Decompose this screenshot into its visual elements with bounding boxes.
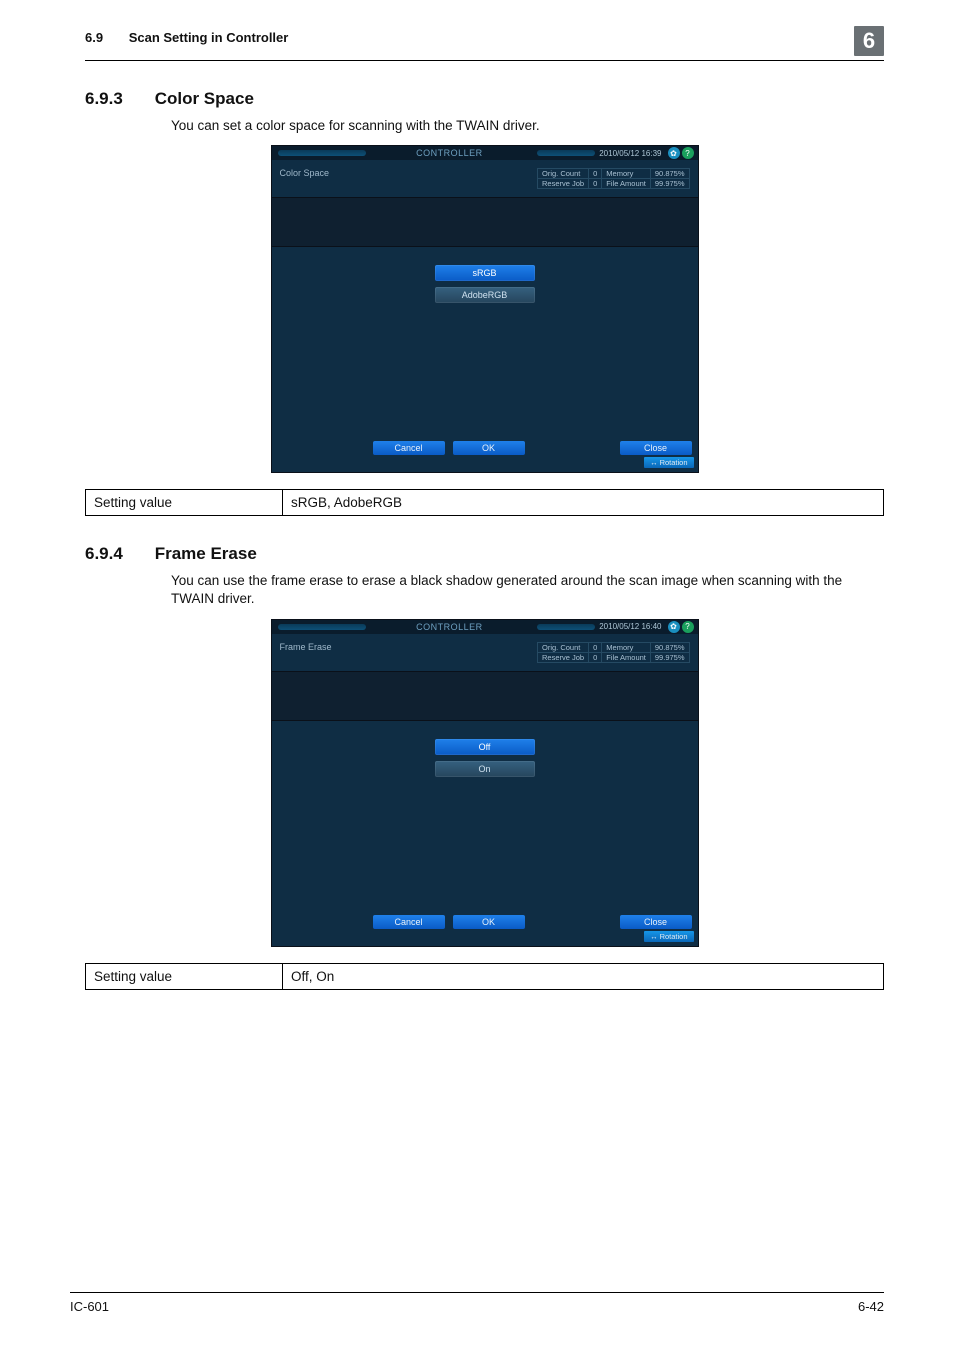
panel-title: CONTROLLER: [366, 622, 538, 632]
rotation-label: Rotation: [660, 932, 688, 941]
titlebar-grip-icon: [278, 150, 366, 156]
table-key: Setting value: [86, 490, 283, 516]
stat-label: Memory: [602, 169, 651, 179]
stat-label: File Amount: [602, 652, 651, 662]
chapter-badge: 6: [854, 26, 884, 56]
section-heading-frame-erase: 6.9.4 Frame Erase: [85, 544, 884, 564]
ok-button[interactable]: OK: [453, 915, 525, 929]
running-header: 6.9 Scan Setting in Controller 6: [85, 30, 884, 56]
rotation-button[interactable]: ↔ Rotation: [644, 457, 693, 468]
controller-panel-color-space: CONTROLLER 2010/05/12 16:39 ✿ ? Color Sp…: [271, 145, 699, 473]
stat-value: 0: [589, 179, 602, 189]
rotation-button[interactable]: ↔ Rotation: [644, 931, 693, 942]
stat-label: Orig. Count: [538, 169, 589, 179]
stat-label: Memory: [602, 642, 651, 652]
stat-label: Reserve Job: [538, 652, 589, 662]
setting-value-table: Setting value Off, On: [85, 963, 884, 990]
table-value: Off, On: [283, 963, 884, 989]
cancel-button[interactable]: Cancel: [373, 441, 445, 455]
table-key: Setting value: [86, 963, 283, 989]
stat-value: 0: [589, 169, 602, 179]
section-heading-color-space: 6.9.3 Color Space: [85, 89, 884, 109]
option-off[interactable]: Off: [435, 739, 535, 755]
option-on[interactable]: On: [435, 761, 535, 777]
rotation-label: Rotation: [660, 458, 688, 467]
controller-panel-frame-erase: CONTROLLER 2010/05/12 16:40 ✿ ? Frame Er…: [271, 619, 699, 947]
stat-value: 99.975%: [650, 652, 689, 662]
section-description: You can set a color space for scanning w…: [171, 117, 884, 135]
help-icon[interactable]: ?: [682, 621, 694, 633]
panel-subtitle: Frame Erase: [280, 642, 332, 652]
panel-title: CONTROLLER: [366, 148, 538, 158]
panel-subtitle: Color Space: [280, 168, 330, 178]
stat-label: Reserve Job: [538, 179, 589, 189]
stat-value: 90.875%: [650, 169, 689, 179]
header-rule: [85, 60, 884, 61]
panel-datetime: 2010/05/12 16:39: [599, 149, 661, 158]
status-badge: Orig. Count 0 Memory 90.875% Reserve Job…: [537, 642, 690, 663]
gear-icon[interactable]: ✿: [668, 147, 680, 159]
section-description: You can use the frame erase to erase a b…: [171, 572, 884, 608]
stat-label: File Amount: [602, 179, 651, 189]
table-value: sRGB, AdobeRGB: [283, 490, 884, 516]
titlebar-grip-icon: [537, 150, 595, 156]
panel-titlebar: CONTROLLER 2010/05/12 16:39 ✿ ?: [272, 146, 698, 160]
setting-value-table: Setting value sRGB, AdobeRGB: [85, 489, 884, 516]
section-title: Color Space: [155, 89, 254, 108]
section-number: 6.9.4: [85, 544, 123, 563]
panel-content: Off On: [272, 721, 698, 909]
close-button[interactable]: Close: [620, 441, 692, 455]
runhead-number: 6.9: [85, 30, 103, 45]
panel-dark-band: [272, 198, 698, 247]
close-button[interactable]: Close: [620, 915, 692, 929]
titlebar-grip-icon: [278, 624, 366, 630]
ok-button[interactable]: OK: [453, 441, 525, 455]
stat-label: Orig. Count: [538, 642, 589, 652]
stat-value: 0: [589, 642, 602, 652]
section-number: 6.9.3: [85, 89, 123, 108]
page-footer: IC-601 6-42: [70, 1292, 884, 1314]
panel-dark-band: [272, 672, 698, 721]
stat-value: 0: [589, 652, 602, 662]
footer-left: IC-601: [70, 1299, 109, 1314]
section-title: Frame Erase: [155, 544, 257, 563]
gear-icon[interactable]: ✿: [668, 621, 680, 633]
titlebar-grip-icon: [537, 624, 595, 630]
help-icon[interactable]: ?: [682, 147, 694, 159]
stat-value: 99.975%: [650, 179, 689, 189]
status-badge: Orig. Count 0 Memory 90.875% Reserve Job…: [537, 168, 690, 189]
cancel-button[interactable]: Cancel: [373, 915, 445, 929]
stat-value: 90.875%: [650, 642, 689, 652]
option-srgb[interactable]: sRGB: [435, 265, 535, 281]
footer-right: 6-42: [858, 1299, 884, 1314]
panel-titlebar: CONTROLLER 2010/05/12 16:40 ✿ ?: [272, 620, 698, 634]
runhead-title: Scan Setting in Controller: [129, 30, 289, 45]
panel-content: sRGB AdobeRGB: [272, 247, 698, 435]
option-adobergb[interactable]: AdobeRGB: [435, 287, 535, 303]
panel-datetime: 2010/05/12 16:40: [599, 622, 661, 631]
